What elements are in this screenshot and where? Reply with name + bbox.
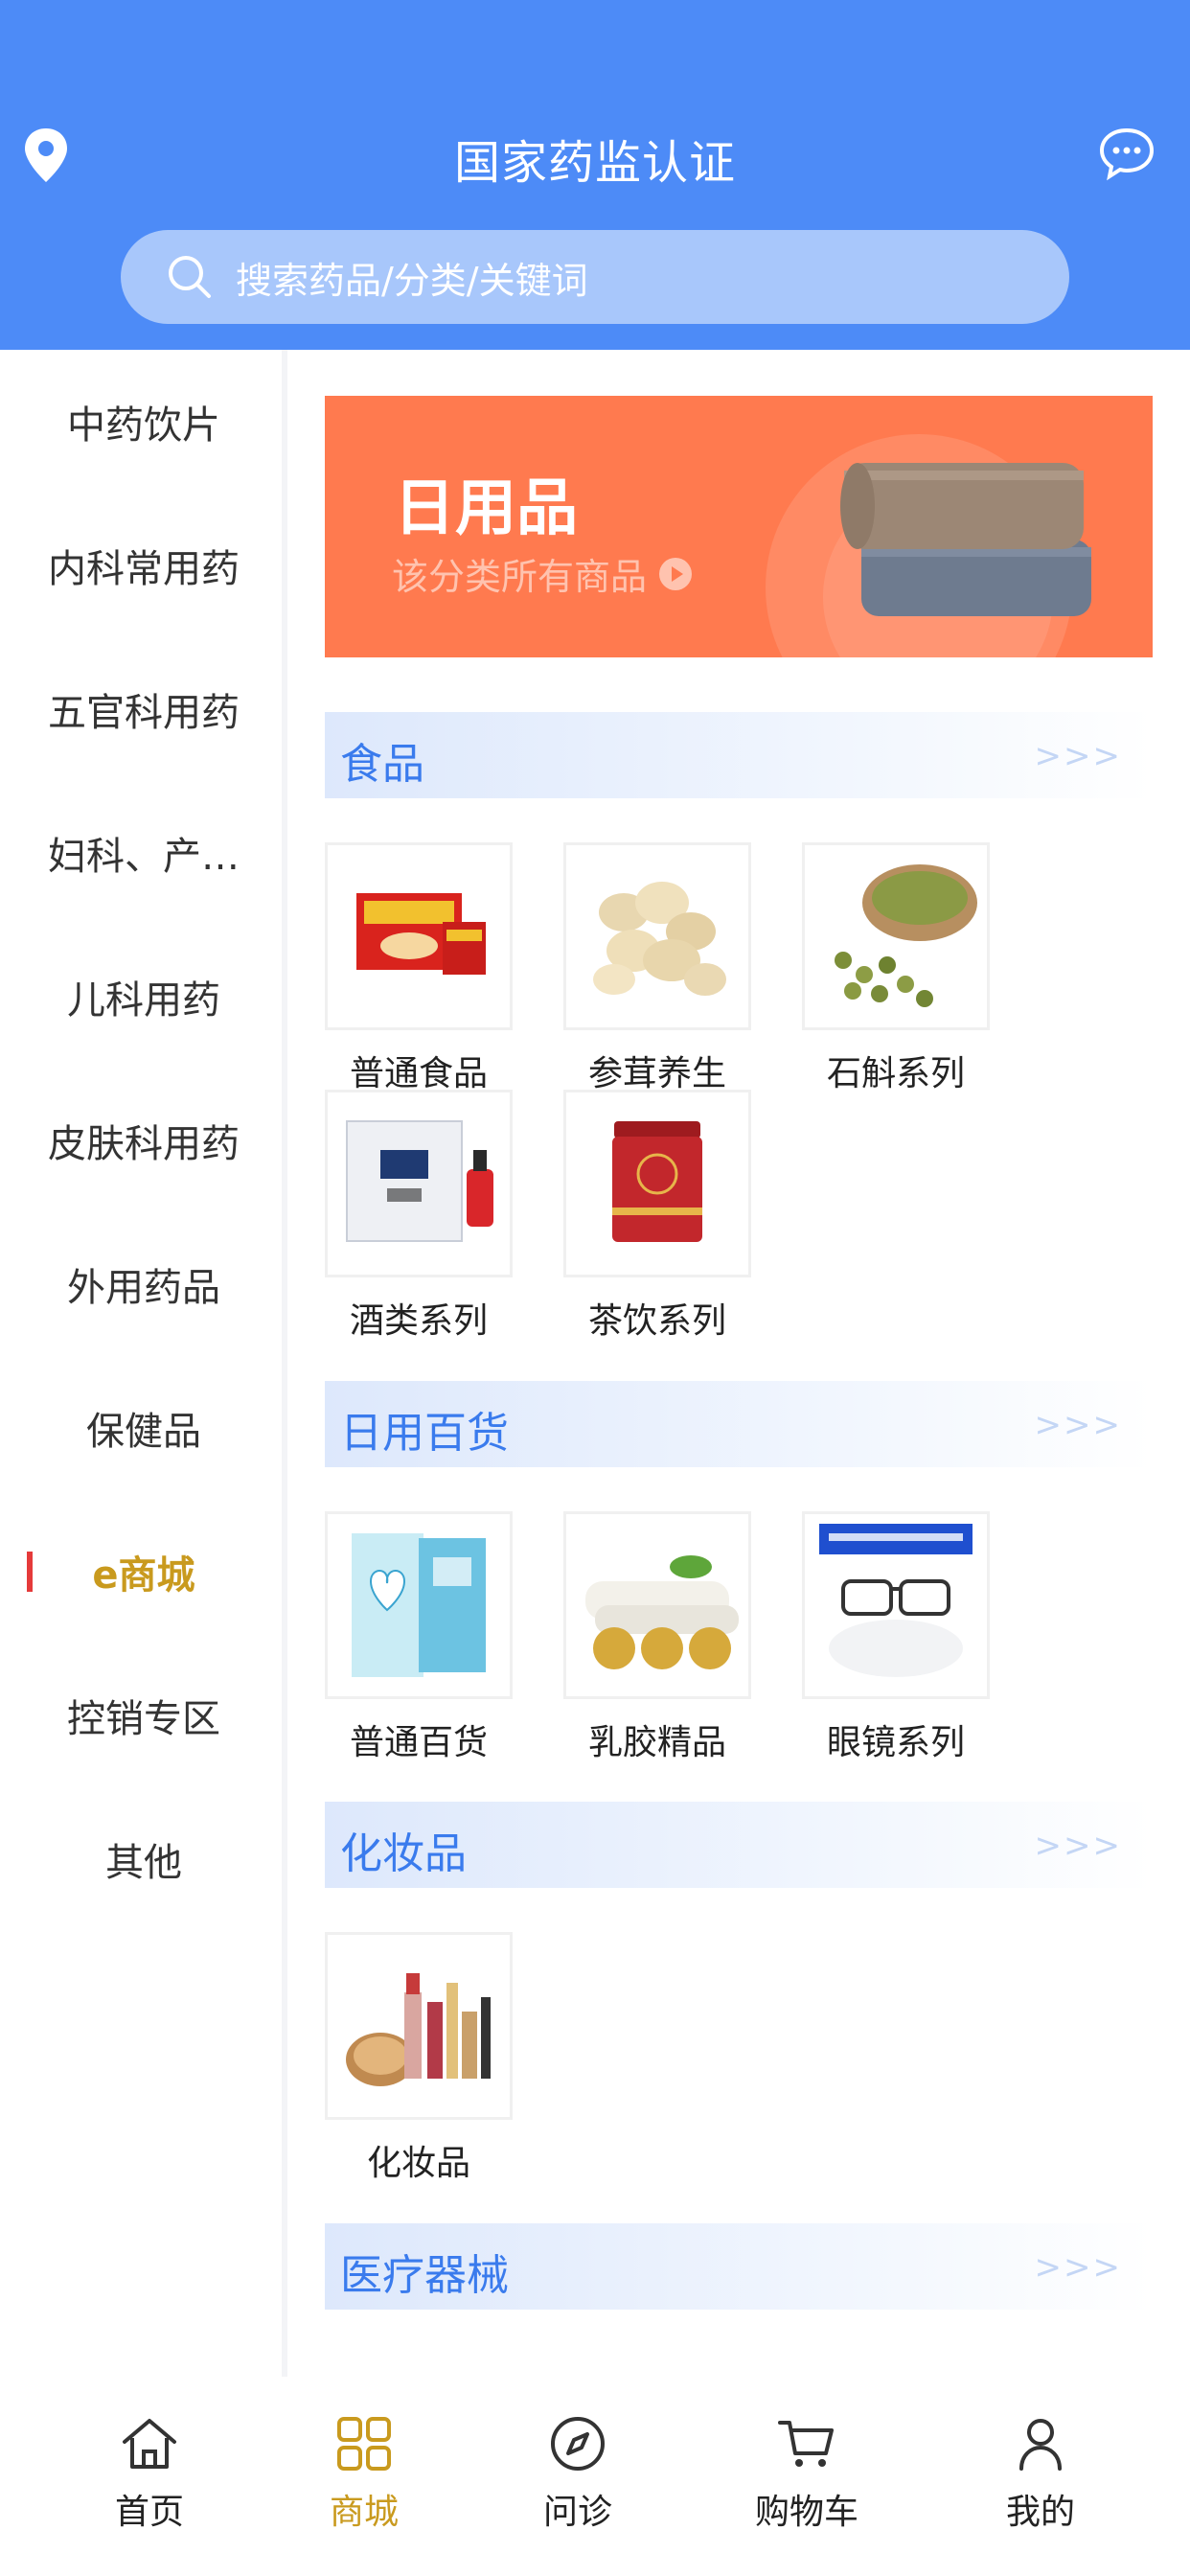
category-sidebar: 中药饮片 内科常用药 五官科用药 妇科、产… 儿科用药 皮肤科用药 外用药品 保… xyxy=(0,350,287,2377)
sidebar-item-controlled-sales[interactable]: 控销专区 xyxy=(0,1644,287,1787)
product-thumbnail xyxy=(563,1511,751,1699)
section-header-daily-goods[interactable]: 日用百货 >>> xyxy=(325,1381,1153,1467)
tab-home[interactable]: 首页 xyxy=(73,2413,226,2534)
active-indicator xyxy=(27,1552,33,1592)
sidebar-item-pediatrics[interactable]: 儿科用药 xyxy=(0,925,287,1069)
product-thumbnail xyxy=(563,1090,751,1277)
section-header-medical-devices[interactable]: 医疗器械 >>> xyxy=(325,2223,1153,2310)
cart-icon xyxy=(778,2421,834,2467)
bottom-tab-bar: 首页 商城 问诊 购物车 我的 xyxy=(0,2377,1190,2576)
page-title: 国家药监认证 xyxy=(453,136,736,190)
sidebar-item-gynecology[interactable]: 妇科、产… xyxy=(0,781,287,925)
product-thumbnail xyxy=(563,842,751,1030)
user-icon xyxy=(1019,2419,1062,2471)
home-icon xyxy=(123,2419,176,2469)
category-item[interactable]: 乳胶精品 xyxy=(563,1511,751,1764)
product-thumbnail xyxy=(802,842,990,1030)
category-item[interactable]: 普通食品 xyxy=(325,842,513,1095)
sidebar-item-dermatology[interactable]: 皮肤科用药 xyxy=(0,1069,287,1212)
category-item[interactable]: 普通百货 xyxy=(325,1511,513,1764)
grid-icon xyxy=(337,2417,391,2471)
header-bar: 国家药监认证 搜索药品/分类/关键词 xyxy=(0,0,1190,350)
sidebar-item-other[interactable]: 其他 xyxy=(0,1787,287,1931)
search-placeholder: 搜索药品/分类/关键词 xyxy=(236,259,588,302)
category-item[interactable]: 眼镜系列 xyxy=(802,1511,990,1764)
tab-profile[interactable]: 我的 xyxy=(964,2413,1117,2534)
product-thumbnail xyxy=(325,1511,513,1699)
section-header-cosmetics[interactable]: 化妆品 >>> xyxy=(325,1802,1153,1888)
play-circle-icon xyxy=(659,557,693,590)
product-thumbnail xyxy=(325,1090,513,1277)
sidebar-item-ent[interactable]: 五官科用药 xyxy=(0,637,287,781)
compass-icon xyxy=(551,2417,605,2471)
sidebar-item-internal-medicine[interactable]: 内科常用药 xyxy=(0,494,287,637)
category-banner[interactable]: 日用品 该分类所有商品 xyxy=(325,396,1153,657)
tab-consultation[interactable]: 问诊 xyxy=(501,2413,654,2534)
product-thumbnail xyxy=(325,1932,513,2120)
towel-image xyxy=(840,463,1091,616)
search-icon xyxy=(169,256,211,298)
banner-subtitle[interactable]: 该分类所有商品 xyxy=(392,547,693,600)
product-thumbnail xyxy=(802,1511,990,1699)
banner-title: 日用品 xyxy=(394,473,578,544)
category-item[interactable]: 酒类系列 xyxy=(325,1090,513,1343)
sidebar-item-chinese-herbs[interactable]: 中药饮片 xyxy=(0,350,287,494)
tab-cart[interactable]: 购物车 xyxy=(730,2413,883,2534)
category-item[interactable]: 石斛系列 xyxy=(802,842,990,1095)
product-thumbnail xyxy=(325,842,513,1030)
tab-mall[interactable]: 商城 xyxy=(287,2413,441,2534)
sidebar-item-health-products[interactable]: 保健品 xyxy=(0,1356,287,1500)
category-item[interactable]: 化妆品 xyxy=(325,1932,513,2185)
category-item[interactable]: 茶饮系列 xyxy=(563,1090,751,1343)
message-icon[interactable] xyxy=(1098,125,1156,182)
sidebar-item-external-medicine[interactable]: 外用药品 xyxy=(0,1212,287,1356)
sidebar-item-e-mall[interactable]: e商城 xyxy=(0,1500,287,1644)
category-item[interactable]: 参茸养生 xyxy=(563,842,751,1095)
search-input[interactable]: 搜索药品/分类/关键词 xyxy=(121,230,1069,324)
section-header-food[interactable]: 食品 >>> xyxy=(325,712,1153,798)
